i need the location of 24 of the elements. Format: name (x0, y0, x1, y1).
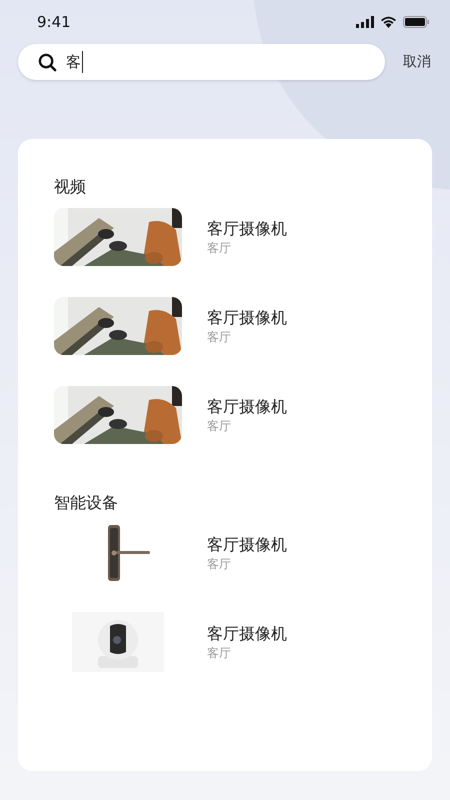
result-item[interactable]: 客厅摄像机 客厅 (54, 523, 396, 582)
signal-icon (356, 16, 374, 28)
item-title: 客厅摄像机 (207, 396, 287, 418)
item-subtitle: 客厅 (207, 328, 232, 344)
item-title: 客厅摄像机 (207, 218, 287, 240)
search-field[interactable]: 客 (18, 44, 385, 80)
cancel-button[interactable]: 取消 (403, 52, 431, 72)
result-item[interactable]: 客厅摄像机 客厅 (54, 612, 396, 671)
battery-icon (403, 16, 430, 28)
item-subtitle: 客厅 (207, 556, 232, 572)
item-title: 客厅摄像机 (207, 534, 287, 556)
section-title: 视频 (54, 176, 87, 198)
item-title: 客厅摄像机 (207, 622, 287, 644)
result-item[interactable]: 客厅摄像机 客厅 (54, 207, 396, 266)
result-item[interactable]: 客厅摄像机 客厅 (54, 385, 396, 444)
section-title: 智能设备 (54, 492, 119, 514)
item-title: 客厅摄像机 (207, 306, 287, 328)
search-icon (38, 52, 57, 72)
item-subtitle: 客厅 (207, 240, 232, 256)
wifi-icon (380, 16, 397, 28)
item-subtitle: 客厅 (207, 644, 232, 660)
result-item[interactable]: 客厅摄像机 客厅 (54, 296, 396, 355)
status-time: 9:41 (37, 12, 71, 33)
item-subtitle: 客厅 (207, 418, 232, 434)
